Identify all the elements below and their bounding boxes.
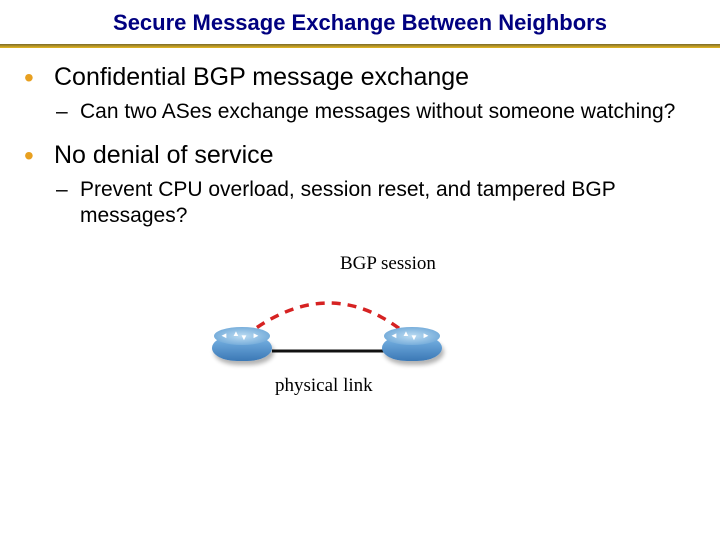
router-icon: ◄ ► ▲ ▼ xyxy=(210,327,274,369)
subbullet-dos: Prevent CPU overload, session reset, and… xyxy=(10,177,710,230)
bullet-confidential: Confidential BGP message exchange xyxy=(10,62,710,93)
router-icon: ◄ ► ▲ ▼ xyxy=(380,327,444,369)
bullet-dos: No denial of service xyxy=(10,140,710,171)
title-underline xyxy=(0,44,720,48)
subbullet-confidential: Can two ASes exchange messages without s… xyxy=(10,99,710,125)
bgp-diagram: BGP session physical link ◄ ► ▲ ▼ ◄ ► ▲ … xyxy=(0,243,720,423)
label-physical-link: physical link xyxy=(275,375,373,397)
label-bgp-session: BGP session xyxy=(340,253,436,275)
slide-title: Secure Message Exchange Between Neighbor… xyxy=(0,0,720,44)
slide-content: Confidential BGP message exchange Can tw… xyxy=(0,62,720,229)
